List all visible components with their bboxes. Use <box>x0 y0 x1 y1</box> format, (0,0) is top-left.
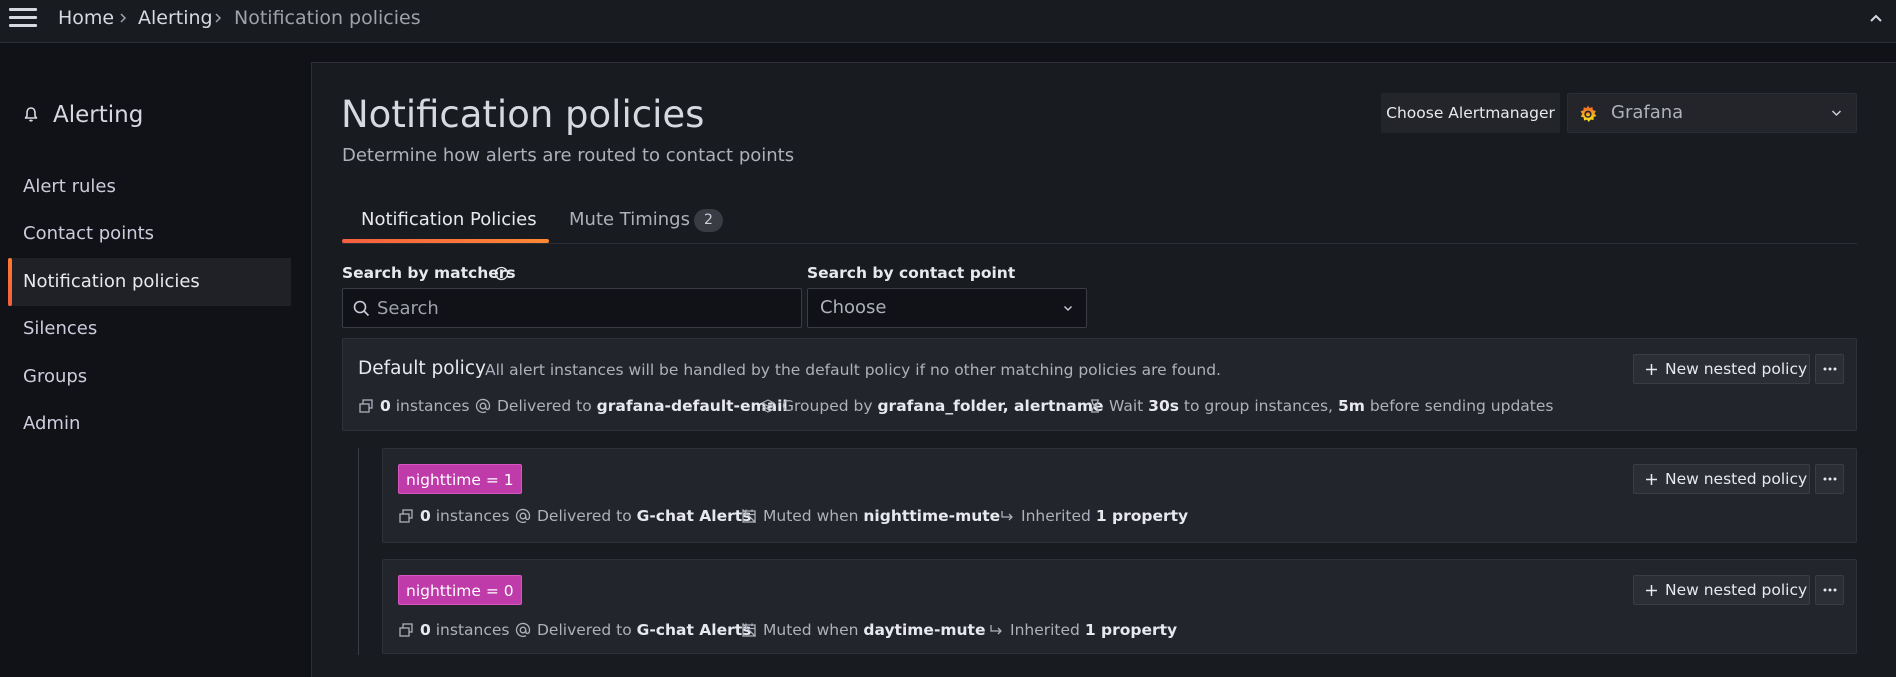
default-policy-card: Default policy All alert instances will … <box>342 338 1857 431</box>
grouped-text: Grouped by grafana_folder, alertname <box>782 397 1104 415</box>
more-actions-button[interactable] <box>1815 575 1844 605</box>
matcher-badge: nighttime = 1 <box>398 464 522 494</box>
instances-text: 0 instances <box>420 621 510 639</box>
default-policy-description: All alert instances will be handled by t… <box>485 361 1221 379</box>
matcher-badge: nighttime = 0 <box>398 575 522 605</box>
page-subtitle: Determine how alerts are routed to conta… <box>342 145 795 166</box>
wait-text: Wait 30s to group instances, 5m before s… <box>1109 397 1554 415</box>
calendar-slash-icon <box>742 623 756 637</box>
breadcrumb-alerting[interactable]: Alerting <box>138 5 213 31</box>
sidebar-item-contact-points[interactable]: Contact points <box>8 210 291 258</box>
plus-icon <box>1646 474 1657 485</box>
contact-point-value: Choose <box>820 297 887 318</box>
policy-card: nighttime = 0 New nested policy 0 instan… <box>382 559 1857 654</box>
breadcrumb-current: Notification policies <box>234 7 421 29</box>
active-tab-indicator <box>342 239 549 243</box>
hourglass-icon <box>1091 399 1099 413</box>
sidebar-item-groups[interactable]: Groups <box>8 353 291 401</box>
alertmanager-value: Grafana <box>1611 102 1684 123</box>
delivered-text: Delivered to G-chat Alerts <box>537 507 752 525</box>
stack-icon <box>761 399 775 413</box>
inherited-text: Inherited 1 property <box>1010 621 1178 639</box>
sidebar-item-notification-policies[interactable]: Notification policies <box>8 258 291 306</box>
top-bar: Home Alerting Notification policies <box>0 0 1896 43</box>
muted-text: Muted when daytime-mute <box>763 621 986 639</box>
ellipsis-icon <box>1823 477 1837 481</box>
new-nested-policy-button[interactable]: New nested policy <box>1633 575 1810 605</box>
at-icon <box>475 398 491 414</box>
instances-text: 0 instances <box>380 397 470 415</box>
menu-icon[interactable] <box>9 8 37 28</box>
default-policy-title: Default policy <box>358 358 486 379</box>
sidebar-item-silences[interactable]: Silences <box>8 305 291 353</box>
policy-tree-line <box>358 448 359 655</box>
chevron-down-icon <box>1064 306 1072 311</box>
info-icon[interactable] <box>494 266 509 281</box>
arrow-return-icon <box>1001 511 1013 521</box>
matchers-search-field[interactable] <box>342 288 802 328</box>
alertmanager-label: Choose Alertmanager <box>1381 93 1560 133</box>
chevron-right-icon <box>120 13 127 23</box>
breadcrumb-home[interactable]: Home <box>58 5 114 31</box>
policy-card: nighttime = 1 New nested policy 0 instan… <box>382 448 1857 543</box>
more-actions-button[interactable] <box>1815 464 1844 494</box>
more-actions-button[interactable] <box>1815 354 1844 384</box>
sidebar-item-admin[interactable]: Admin <box>8 400 291 448</box>
sidebar-item-alert-rules[interactable]: Alert rules <box>8 163 291 211</box>
ellipsis-icon <box>1823 588 1837 592</box>
new-nested-policy-button[interactable]: New nested policy <box>1633 354 1810 384</box>
search-icon <box>353 300 370 317</box>
at-icon <box>515 508 531 524</box>
ellipsis-icon <box>1823 367 1837 371</box>
matchers-label: Search by matchers <box>342 264 516 282</box>
chevron-down-icon <box>1831 110 1842 117</box>
mute-timings-count-badge: 2 <box>694 209 723 232</box>
contact-point-label: Search by contact point <box>807 264 1016 282</box>
plus-icon <box>1646 585 1657 596</box>
plus-icon <box>1646 364 1657 375</box>
muted-text: Muted when nighttime-mute <box>763 507 1001 525</box>
layers-icon <box>399 509 413 523</box>
delivered-text: Delivered to G-chat Alerts <box>537 621 752 639</box>
layers-icon <box>359 399 373 413</box>
delivered-text: Delivered to grafana-default-email <box>497 397 788 415</box>
bell-icon <box>24 107 38 122</box>
grafana-logo-icon <box>1580 105 1597 122</box>
tab-mute-timings[interactable]: Mute Timings <box>569 209 690 231</box>
contact-point-select[interactable]: Choose <box>807 288 1087 328</box>
chevron-up-icon[interactable] <box>1868 11 1884 25</box>
chevron-right-icon <box>215 13 222 23</box>
alertmanager-select[interactable]: Grafana <box>1567 93 1857 133</box>
calendar-slash-icon <box>742 509 756 523</box>
arrow-return-icon <box>990 625 1002 635</box>
page-title: Notification policies <box>341 93 705 136</box>
tabs-divider <box>342 243 1857 244</box>
instances-text: 0 instances <box>420 507 510 525</box>
at-icon <box>515 622 531 638</box>
new-nested-policy-button[interactable]: New nested policy <box>1633 464 1810 494</box>
layers-icon <box>399 623 413 637</box>
search-input[interactable] <box>377 289 797 327</box>
tab-notification-policies[interactable]: Notification Policies <box>361 209 537 231</box>
inherited-text: Inherited 1 property <box>1021 507 1189 525</box>
